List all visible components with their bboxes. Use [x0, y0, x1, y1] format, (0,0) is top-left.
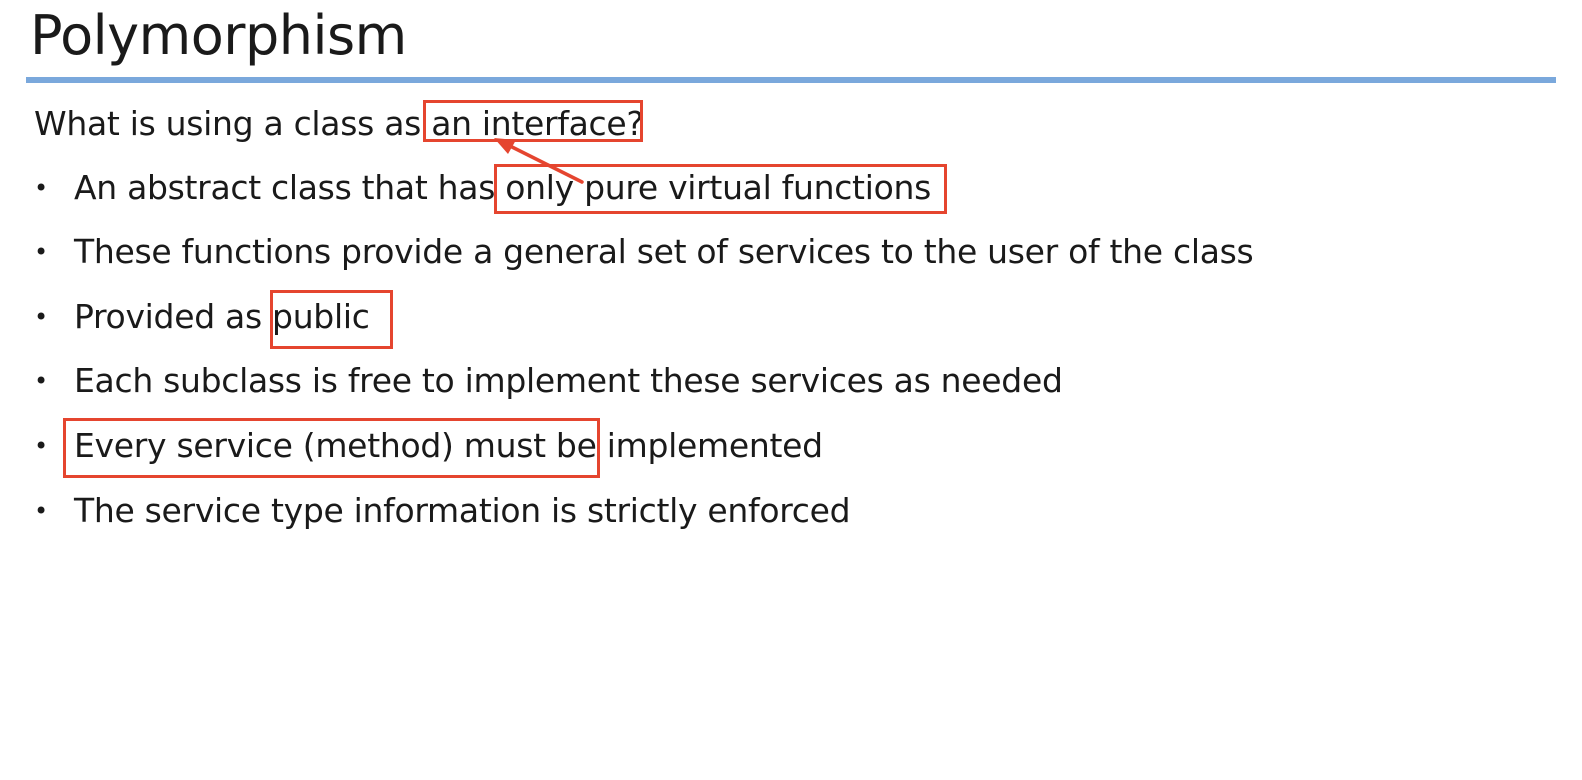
bullet-marker: • [34, 303, 49, 331]
bullet-text: These functions provide a general set of… [74, 232, 1254, 271]
bullet-marker: • [34, 367, 49, 395]
bullet-text: Each subclass is free to implement these… [74, 361, 1063, 400]
bullet-marker: • [34, 238, 49, 266]
bullet-marker: • [34, 432, 49, 460]
annotation-box-public [270, 290, 393, 349]
bullet-marker: • [34, 497, 49, 525]
bullet-text: The service type information is strictly… [74, 491, 851, 530]
bullet-marker: • [34, 174, 49, 202]
annotation-box-interface [423, 100, 643, 142]
slide: Polymorphism What is using a class as an… [0, 0, 1582, 780]
slide-title: Polymorphism [30, 4, 407, 67]
annotation-box-every-service [63, 418, 600, 478]
annotation-box-pure-virtual [494, 164, 947, 214]
title-underline [26, 77, 1556, 83]
